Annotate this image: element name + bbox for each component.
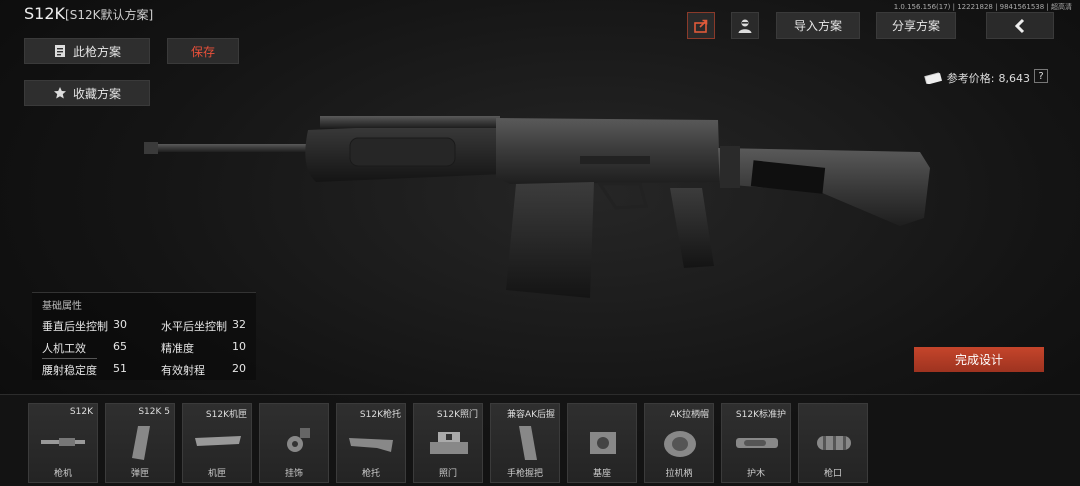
stat-horizontal-recoil: 水平后坐控制 32	[161, 318, 246, 334]
weapon-model[interactable]	[140, 108, 940, 308]
part-slot-charging-handle[interactable]: AK拉柄帽 拉机柄	[644, 403, 714, 483]
stat-label: 垂直后坐控制	[42, 320, 108, 333]
part-type: 挂饰	[284, 469, 303, 479]
back-button[interactable]	[986, 12, 1054, 39]
back-arrow-icon	[1014, 18, 1025, 33]
part-slot-stock[interactable]: S12K枪托 枪托	[336, 403, 406, 483]
part-name: S12K	[69, 407, 93, 417]
part-name: S12K标准护	[735, 410, 786, 420]
stat-ergonomics: 人机工效 65	[42, 340, 127, 359]
stat-label: 有效射程	[161, 364, 205, 377]
muzzle-icon	[817, 436, 851, 450]
part-name: S12K枪托	[359, 410, 401, 420]
price-help-icon[interactable]: ?	[1034, 69, 1048, 83]
part-slot-rearsight[interactable]: S12K照门 照门	[413, 403, 483, 483]
operator-icon	[738, 19, 752, 33]
stat-label: 精准度	[161, 342, 194, 355]
star-icon	[53, 87, 66, 99]
stat-label: 人机工效	[42, 342, 86, 355]
part-type: 弹匣	[130, 469, 149, 479]
share-preset-button[interactable]: 分享方案	[876, 12, 956, 39]
part-type: 护木	[746, 469, 765, 479]
stat-value: 32	[232, 318, 246, 331]
version-info: 1.0.156.156(17) | 12221828 | 9841561538 …	[893, 3, 1072, 11]
part-slot-grip[interactable]: 兼容AK后握 手枪握把	[490, 403, 560, 483]
stat-effective-range: 有效射程 20	[161, 362, 246, 378]
mount-icon	[590, 432, 616, 454]
part-slot-dustcover[interactable]: S12K机匣 机匣	[182, 403, 252, 483]
base-stats-panel: 基础属性 垂直后坐控制 30 水平后坐控制 32 人机工效 65 精准度 10 …	[32, 292, 256, 380]
favorite-preset-button[interactable]: 收藏方案	[24, 80, 150, 106]
stat-bar	[42, 358, 97, 359]
part-name: AK拉柄帽	[669, 410, 709, 420]
part-type: 机匣	[207, 469, 226, 479]
export-icon	[694, 19, 708, 33]
part-slot-charm[interactable]: 挂饰	[259, 403, 329, 483]
stat-vertical-recoil: 垂直后坐控制 30	[42, 318, 127, 334]
stat-label: 水平后坐控制	[161, 320, 227, 333]
stat-label: 腰射稳定度	[42, 364, 97, 377]
part-type: 手枪握把	[506, 469, 543, 479]
weapon-title: S12K[S12K默认方案]	[24, 4, 153, 23]
part-type: 枪机	[53, 469, 72, 479]
weapon-name: S12K	[24, 4, 66, 23]
favorite-preset-label: 收藏方案	[72, 86, 121, 101]
part-name: S12K 5	[138, 407, 170, 417]
import-preset-button[interactable]: 导入方案	[776, 12, 860, 39]
operator-button[interactable]	[731, 12, 759, 39]
part-slot-mount[interactable]: 基座	[567, 403, 637, 483]
dustcover-icon	[195, 436, 241, 446]
save-button[interactable]: 保存	[167, 38, 239, 64]
part-slot-magazine[interactable]: S12K 5 弹匣	[105, 403, 175, 483]
document-icon	[54, 45, 65, 57]
reference-price: 参考价格: 8,643	[923, 70, 1030, 86]
part-type: 照门	[438, 469, 457, 479]
stat-value: 51	[113, 362, 127, 375]
handguard-icon	[736, 438, 778, 448]
price-label: 参考价格:	[946, 72, 995, 85]
price-value: 8,643	[998, 71, 1031, 85]
stat-value: 65	[113, 340, 127, 353]
finish-design-button[interactable]: 完成设计	[914, 347, 1044, 372]
part-type: 枪口	[823, 469, 842, 479]
part-name: S12K机匣	[205, 410, 247, 420]
receiver-icon	[41, 438, 85, 446]
charm-icon	[287, 428, 310, 452]
stat-value: 20	[232, 362, 246, 375]
rearsight-icon	[430, 432, 468, 454]
part-slot-muzzle[interactable]: 枪口	[798, 403, 868, 483]
gun-preset-label: 此枪方案	[72, 44, 121, 59]
preset-name: [S12K默认方案]	[65, 8, 154, 22]
gun-preset-button[interactable]: 此枪方案	[24, 38, 150, 64]
part-type: 基座	[592, 469, 611, 479]
money-icon	[924, 72, 942, 84]
stat-value: 10	[232, 340, 246, 353]
part-slot-receiver[interactable]: S12K 枪机	[28, 403, 98, 483]
charging-handle-icon	[664, 431, 696, 457]
parts-strip: S12K 枪机 S12K 5 弹匣 S12K机匣 机匣 挂饰 S12K枪托 枪托…	[0, 394, 1080, 486]
magazine-icon	[132, 426, 150, 460]
stat-accuracy: 精准度 10	[161, 340, 246, 356]
base-stats-title: 基础属性	[42, 301, 82, 312]
part-name: S12K照门	[436, 410, 478, 420]
export-button[interactable]	[687, 12, 715, 39]
stat-value: 30	[113, 318, 127, 331]
stat-hipfire-stability: 腰射稳定度 51	[42, 362, 127, 378]
grip-icon	[519, 426, 537, 460]
stock-icon	[349, 438, 393, 452]
part-type: 枪托	[361, 469, 380, 479]
part-type: 拉机柄	[665, 469, 693, 479]
part-slot-handguard[interactable]: S12K标准护 护木	[721, 403, 791, 483]
part-name: 兼容AK后握	[506, 410, 555, 420]
